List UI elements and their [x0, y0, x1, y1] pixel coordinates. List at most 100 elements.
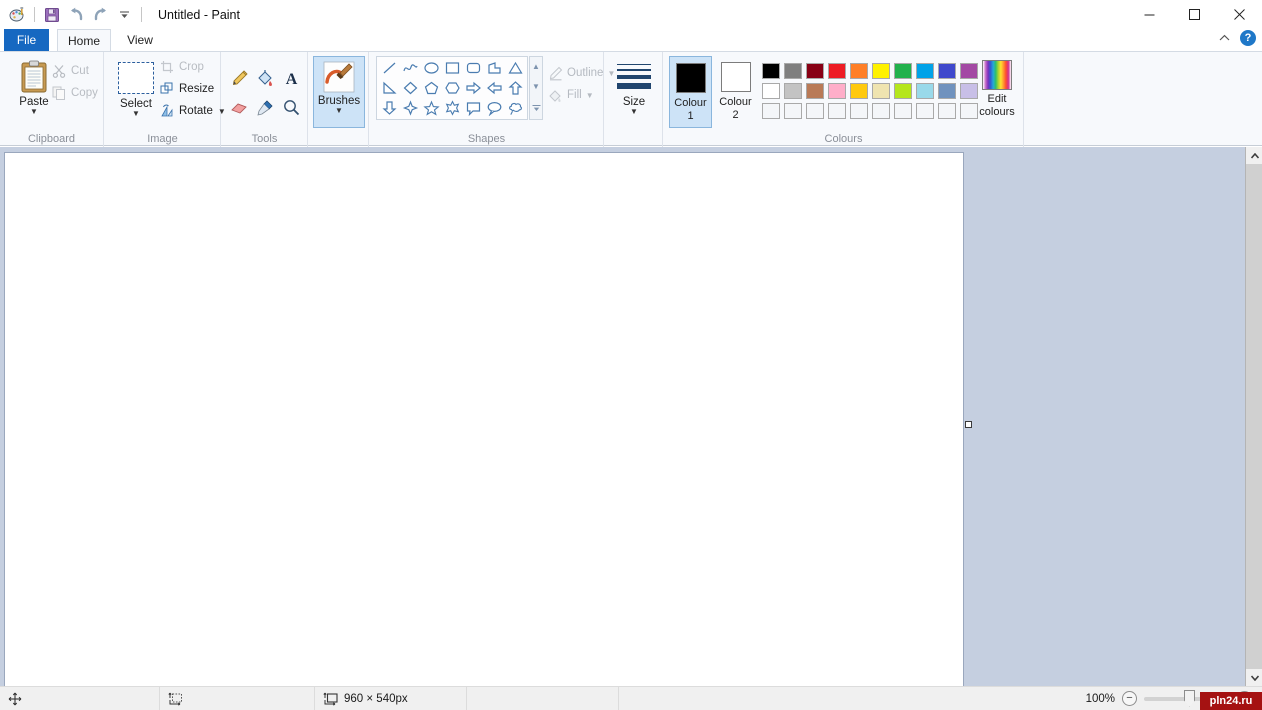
colour-picker-tool-button[interactable] [253, 93, 278, 121]
palette-swatch-0-1[interactable] [782, 61, 804, 81]
brushes-button[interactable]: Brushes ▼ [313, 56, 365, 128]
shapes-more-button[interactable] [532, 104, 541, 113]
text-tool-button[interactable]: A [279, 64, 304, 92]
brushes-caret-icon[interactable]: ▼ [335, 107, 343, 115]
size-caret-icon[interactable]: ▼ [630, 108, 638, 116]
select-button[interactable]: Select ▼ [113, 56, 159, 128]
palette-swatch-1-3[interactable] [826, 81, 848, 101]
rotate-button[interactable]: Rotate ▼ [160, 104, 226, 118]
shape-right-triangle[interactable] [379, 78, 400, 98]
close-button[interactable] [1217, 0, 1262, 29]
zoom-out-button[interactable]: − [1122, 691, 1137, 706]
shape-up-arrow[interactable] [505, 78, 526, 98]
group-label-colours: Colours [824, 133, 863, 145]
shape-pentagon[interactable] [421, 78, 442, 98]
palette-swatch-colour [850, 63, 868, 79]
palette-swatch-2-4[interactable] [848, 101, 870, 121]
shape-four-point-star[interactable] [400, 98, 421, 118]
shape-line[interactable] [379, 58, 400, 78]
shape-cloud-callout[interactable] [505, 98, 526, 118]
collapse-ribbon-icon[interactable] [1216, 30, 1232, 46]
tab-view[interactable]: View [117, 29, 163, 51]
shape-oval[interactable] [421, 58, 442, 78]
canvas-resize-handle-right[interactable] [965, 421, 972, 428]
resize-button[interactable]: Resize [160, 82, 214, 96]
shape-hexagon[interactable] [442, 78, 463, 98]
help-icon[interactable]: ? [1240, 30, 1256, 46]
palette-swatch-1-1[interactable] [782, 81, 804, 101]
shape-down-arrow[interactable] [379, 98, 400, 118]
scroll-down-icon[interactable] [1246, 669, 1262, 686]
palette-swatch-2-0[interactable] [760, 101, 782, 121]
magnifier-tool-button[interactable] [279, 93, 304, 121]
palette-swatch-1-5[interactable] [870, 81, 892, 101]
palette-swatch-2-2[interactable] [804, 101, 826, 121]
shape-right-arrow[interactable] [463, 78, 484, 98]
copy-button[interactable]: Copy [52, 86, 98, 100]
palette-swatch-0-3[interactable] [826, 61, 848, 81]
palette-swatch-1-4[interactable] [848, 81, 870, 101]
tab-file[interactable]: File [4, 29, 49, 51]
save-icon[interactable] [41, 4, 63, 26]
image-size-value: 960 × 540px [344, 692, 408, 705]
palette-swatch-0-5[interactable] [870, 61, 892, 81]
tools-grid: A [227, 64, 304, 121]
cut-button[interactable]: Cut [52, 64, 89, 78]
palette-swatch-1-0[interactable] [760, 81, 782, 101]
palette-swatch-2-7[interactable] [914, 101, 936, 121]
palette-swatch-1-2[interactable] [804, 81, 826, 101]
palette-swatch-0-4[interactable] [848, 61, 870, 81]
shapes-scrollbar[interactable]: ▲ ▼ [529, 56, 543, 120]
minimize-button[interactable] [1127, 0, 1172, 29]
shape-rectangular-callout[interactable] [463, 98, 484, 118]
edit-colours-button[interactable]: Edit colours [974, 56, 1020, 128]
pencil-tool-button[interactable] [227, 64, 252, 92]
shape-oval-callout[interactable] [484, 98, 505, 118]
fill-caret-icon[interactable]: ▼ [586, 91, 594, 100]
palette-swatch-1-6[interactable] [892, 81, 914, 101]
customize-qat-icon[interactable] [113, 4, 135, 26]
colour-1-label-line1: Colour [674, 97, 707, 109]
palette-swatch-1-7[interactable] [914, 81, 936, 101]
maximize-button[interactable] [1172, 0, 1217, 29]
shape-diamond[interactable] [400, 78, 421, 98]
vertical-scrollbar[interactable] [1245, 147, 1262, 686]
palette-swatch-0-2[interactable] [804, 61, 826, 81]
palette-swatch-2-3[interactable] [826, 101, 848, 121]
drawing-canvas[interactable] [4, 152, 964, 692]
shapes-scroll-down-button[interactable]: ▼ [532, 83, 540, 91]
shape-five-point-star[interactable] [421, 98, 442, 118]
select-caret-icon[interactable]: ▼ [132, 110, 140, 118]
paint-app-icon[interactable] [6, 4, 28, 26]
scroll-up-icon[interactable] [1246, 147, 1262, 164]
palette-swatch-2-6[interactable] [892, 101, 914, 121]
colour-2-button[interactable]: Colour 2 [714, 56, 757, 128]
shape-curve[interactable] [400, 58, 421, 78]
shape-left-arrow[interactable] [484, 78, 505, 98]
redo-icon[interactable] [89, 4, 111, 26]
palette-swatch-0-8[interactable] [936, 61, 958, 81]
palette-swatch-2-5[interactable] [870, 101, 892, 121]
eraser-tool-button[interactable] [227, 93, 252, 121]
zoom-slider-thumb[interactable] [1184, 689, 1195, 707]
shape-rectangle[interactable] [442, 58, 463, 78]
colour-1-button[interactable]: Colour 1 [669, 56, 712, 128]
brushes-icon [323, 61, 355, 93]
shape-six-point-star[interactable] [442, 98, 463, 118]
palette-swatch-0-7[interactable] [914, 61, 936, 81]
paste-caret-icon[interactable]: ▼ [30, 108, 38, 116]
shapes-scroll-up-button[interactable]: ▲ [532, 63, 540, 71]
shape-triangle[interactable] [505, 58, 526, 78]
palette-swatch-2-8[interactable] [936, 101, 958, 121]
crop-button[interactable]: Crop [160, 60, 204, 74]
palette-swatch-0-0[interactable] [760, 61, 782, 81]
palette-swatch-2-1[interactable] [782, 101, 804, 121]
shape-polygon[interactable] [484, 58, 505, 78]
tab-home[interactable]: Home [57, 29, 111, 51]
palette-swatch-0-6[interactable] [892, 61, 914, 81]
palette-swatch-1-8[interactable] [936, 81, 958, 101]
size-button[interactable]: Size ▼ [609, 58, 659, 128]
shape-rounded-rectangle[interactable] [463, 58, 484, 78]
fill-tool-button[interactable] [253, 64, 278, 92]
undo-icon[interactable] [65, 4, 87, 26]
